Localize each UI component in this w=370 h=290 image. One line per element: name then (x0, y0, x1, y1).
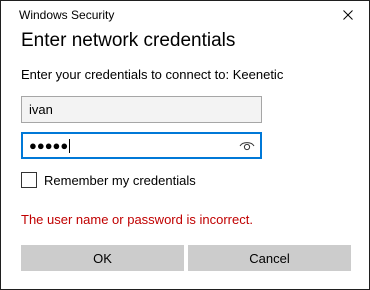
window-title: Windows Security (19, 8, 115, 22)
dialog-heading: Enter network credentials (21, 30, 236, 51)
cancel-button[interactable]: Cancel (188, 245, 351, 271)
error-message: The user name or password is incorrect. (21, 212, 253, 227)
reveal-password-button[interactable] (237, 137, 257, 154)
remember-checkbox[interactable] (21, 172, 37, 188)
password-field[interactable]: ●●●●● (21, 132, 262, 159)
remember-label: Remember my credentials (44, 172, 196, 188)
text-caret (69, 138, 71, 153)
eye-icon (239, 141, 255, 150)
connection-prompt: Enter your credentials to connect to: Ke… (21, 67, 284, 82)
ok-button[interactable]: OK (21, 245, 184, 271)
close-button[interactable] (335, 3, 361, 27)
username-value: ivan (29, 102, 53, 117)
username-field[interactable]: ivan (21, 96, 262, 123)
credentials-dialog: Windows Security Enter network credentia… (0, 0, 370, 290)
close-icon (343, 10, 353, 20)
remember-credentials-row[interactable]: Remember my credentials (21, 172, 196, 188)
password-masked-value: ●●●●● (29, 138, 69, 153)
